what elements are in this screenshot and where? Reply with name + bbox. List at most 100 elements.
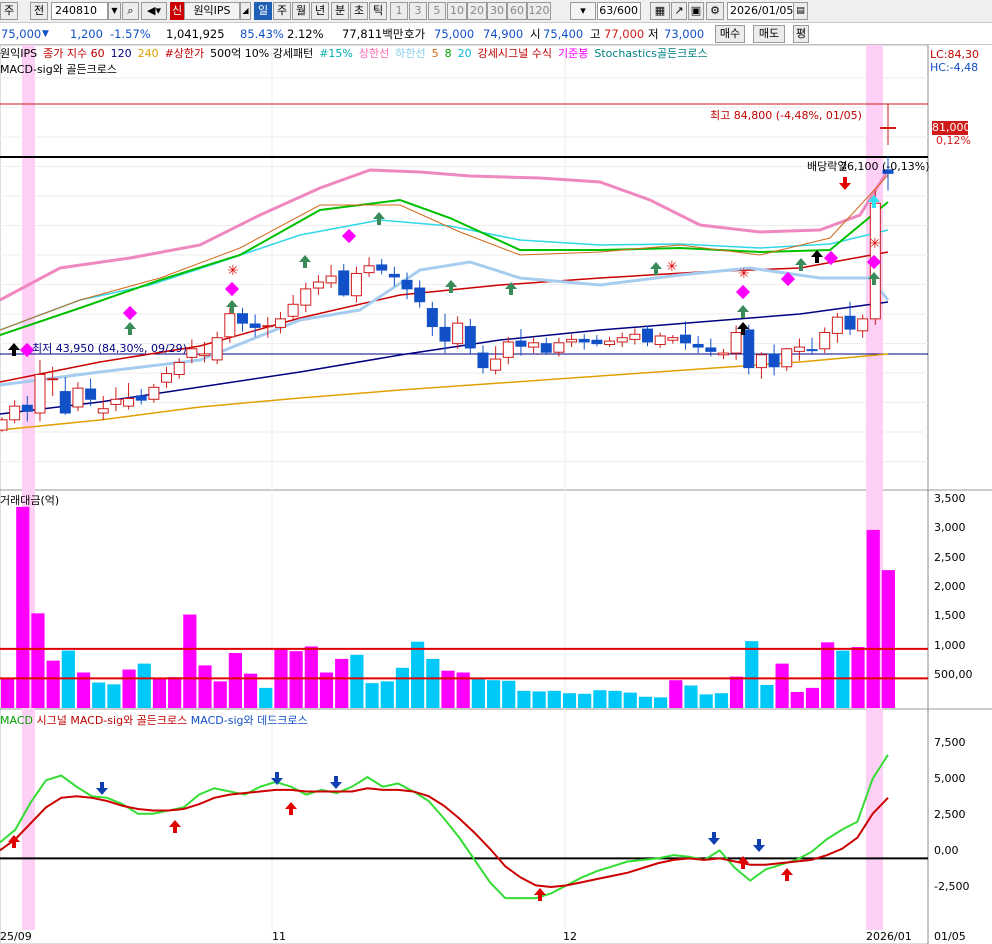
candle-body (477, 352, 489, 369)
candle-body (325, 275, 337, 284)
volume-bar (304, 646, 318, 708)
asterisk-marker: ✳ (869, 236, 881, 252)
volume-bar (790, 692, 804, 708)
volume-tick: 1,500 (934, 609, 966, 623)
golden-cross-arrow (781, 868, 793, 881)
candle-body (401, 279, 413, 290)
highlight-band (866, 45, 883, 930)
macd-label: MACD (0, 714, 33, 727)
candle-body (667, 337, 679, 341)
volume-bar (92, 682, 106, 708)
volume-tick: 500,00 (934, 667, 973, 681)
volume-bar (562, 693, 577, 708)
candle-body (123, 397, 135, 407)
candle-body (717, 352, 729, 356)
legend-item: 240 (137, 47, 159, 60)
volume-bar (213, 681, 227, 708)
volume-bar (775, 663, 789, 708)
volume-bar (578, 693, 592, 708)
x-label-nov: 11 (272, 930, 286, 943)
volume-bar (168, 677, 182, 708)
candle-body (224, 313, 236, 338)
dead-cross-arrow (96, 782, 108, 795)
signal-arrow (795, 258, 807, 271)
signal-arrow (737, 305, 749, 318)
legend-item: 8 (444, 47, 452, 60)
candle-body (591, 339, 603, 345)
volume-bar (623, 692, 637, 708)
volume-bar (638, 696, 653, 708)
candle-body (540, 343, 552, 353)
dead-cross-arrow (330, 776, 342, 789)
volume-bar (669, 680, 683, 708)
volume-bar (228, 652, 242, 708)
signal-arrow (124, 322, 136, 335)
volume-bar (152, 678, 167, 708)
candle-body (755, 354, 767, 369)
golden-cross-arrow (169, 820, 181, 833)
candle-body (654, 335, 666, 346)
volume-bar (517, 690, 531, 708)
golden-cross-arrow (285, 802, 297, 815)
volume-bar (31, 613, 45, 708)
candle-body (515, 340, 527, 347)
candle-body (439, 326, 451, 342)
volume-bar (745, 641, 759, 708)
legend-item: #15% (319, 47, 353, 60)
candle-body (490, 358, 502, 371)
volume-bar (714, 693, 728, 708)
volume-tick: 1,000 (934, 638, 966, 652)
asterisk-marker: ✳ (738, 266, 750, 282)
volume-bar (350, 654, 364, 708)
volume-bar (593, 690, 607, 708)
volume-panel-title: 거래대금(억) (0, 494, 60, 507)
candle-body (464, 326, 476, 349)
volume-bar (866, 529, 880, 708)
golden-cross-label: MACD-sig와 골든크로스 (70, 714, 188, 727)
candle-body (781, 348, 793, 368)
macd-tick: 2,500 (934, 808, 966, 821)
candle-body (831, 316, 843, 334)
candle-body (85, 388, 97, 400)
volume-bar (1, 678, 15, 708)
volume-bar (289, 651, 303, 708)
legend-item: 강세시그널 수식 (477, 47, 552, 60)
volume-bar (502, 680, 516, 708)
volume-bar (137, 663, 151, 708)
candle-body (502, 341, 514, 358)
candle-body (604, 340, 616, 346)
volume-bar (684, 685, 698, 708)
candle-body (705, 347, 717, 352)
volume-bar (805, 687, 820, 708)
volume-bar (608, 690, 622, 708)
diamond-marker (122, 305, 138, 321)
volume-bar (471, 679, 485, 708)
signal-label: 시그널 (36, 714, 67, 727)
lc-value: LC:84,30 (930, 48, 980, 61)
candle-body (629, 333, 641, 340)
candle-body (642, 328, 654, 343)
candle-body (844, 315, 856, 330)
signal-arrow (299, 255, 311, 268)
macd-line (0, 754, 889, 900)
candle-body (553, 342, 565, 353)
volume-bar (426, 658, 440, 708)
chart-canvas[interactable]: ✳ ✳ ✳ ✳ (0, 0, 992, 944)
volume-bar (821, 642, 835, 708)
highlight-band (22, 45, 35, 930)
diamond-marker (341, 228, 357, 244)
candle-body (9, 405, 21, 421)
candle-body (426, 308, 438, 328)
candle-body (135, 395, 147, 401)
candle-body (338, 270, 350, 296)
legend-item: 20 (457, 47, 472, 60)
candle-body (692, 344, 704, 348)
candle-body (287, 303, 299, 317)
candle-body (679, 334, 691, 344)
signal-arrow (373, 212, 385, 225)
volume-bar (547, 690, 561, 708)
ma240-line (0, 353, 889, 431)
candle-body (161, 373, 173, 383)
legend-item: 500억 10% 강세패턴 (210, 47, 314, 60)
candle-body (578, 338, 590, 343)
